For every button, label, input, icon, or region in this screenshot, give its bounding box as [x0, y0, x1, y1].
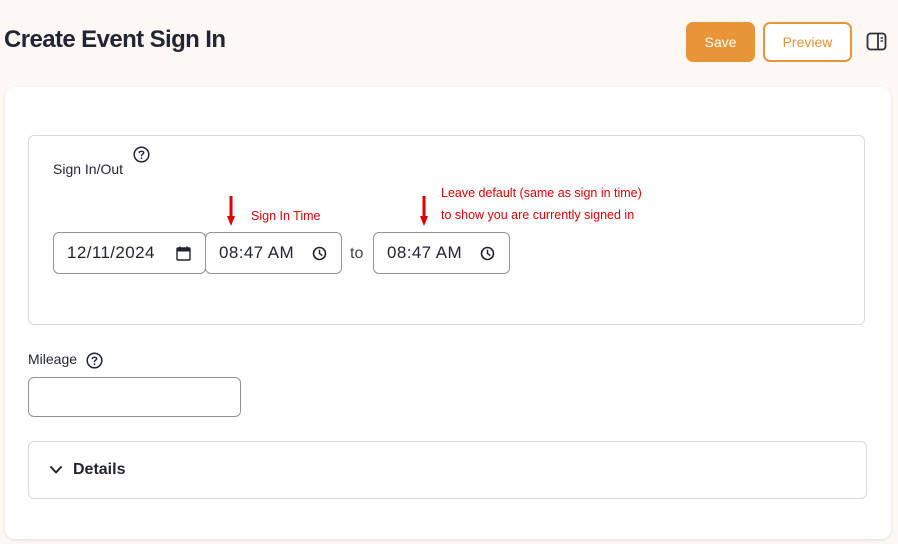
- sign-in-out-label: Sign In/Out: [53, 161, 124, 177]
- sign-in-time-note: Sign In Time: [251, 209, 321, 223]
- save-button[interactable]: Save: [686, 22, 755, 62]
- details-label: Details: [73, 461, 126, 478]
- calendar-icon[interactable]: [176, 246, 191, 261]
- default-note-line-2: to show you are currently signed in: [441, 208, 635, 222]
- sidebar-panel-icon[interactable]: [866, 32, 887, 51]
- question-circle-icon[interactable]: [133, 146, 150, 163]
- end-time-input[interactable]: 08:47 AM: [373, 232, 510, 274]
- form-card: Sign In/Out Sign In Time Leave default (…: [5, 87, 891, 539]
- details-accordion[interactable]: Details: [28, 441, 867, 499]
- date-value: 12/11/2024: [67, 243, 155, 262]
- clock-icon[interactable]: [480, 246, 495, 261]
- end-time-value: 08:47 AM: [387, 243, 463, 262]
- clock-icon[interactable]: [312, 246, 327, 261]
- date-input[interactable]: 12/11/2024: [53, 232, 206, 274]
- start-time-value: 08:47 AM: [219, 243, 295, 262]
- default-note-line-1: Leave default (same as sign in time): [441, 186, 642, 200]
- red-arrow-icon: [227, 196, 235, 226]
- start-time-input[interactable]: 08:47 AM: [205, 232, 342, 274]
- to-label: to: [350, 245, 364, 262]
- preview-button[interactable]: Preview: [763, 22, 852, 62]
- question-circle-icon[interactable]: [86, 352, 103, 369]
- mileage-input[interactable]: [28, 377, 241, 417]
- mileage-label: Mileage: [28, 351, 78, 367]
- red-arrow-icon: [420, 196, 428, 226]
- chevron-down-icon: [50, 466, 62, 474]
- page-title: Create Event Sign In: [4, 26, 226, 53]
- sign-in-out-section: Sign In/Out Sign In Time Leave default (…: [28, 135, 865, 325]
